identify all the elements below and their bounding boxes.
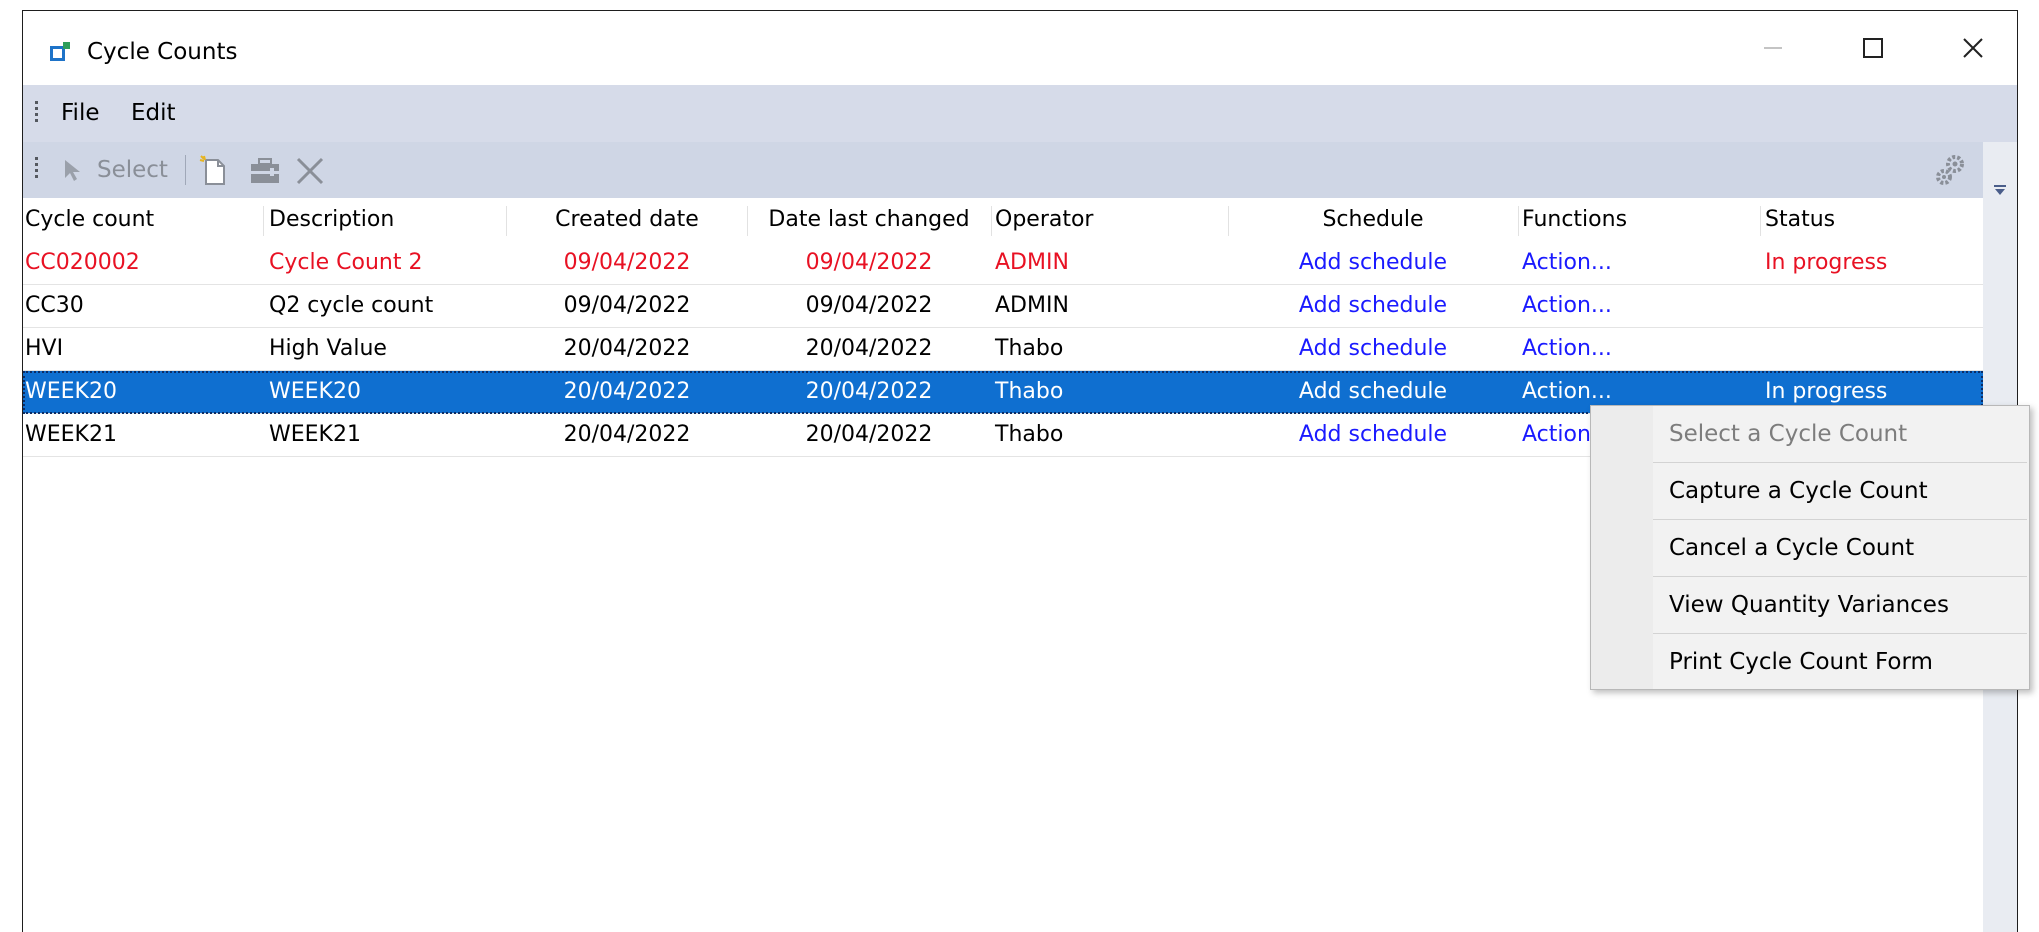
add-schedule-link[interactable]: Add schedule (1228, 414, 1518, 456)
action-link[interactable]: Action (1522, 414, 1591, 456)
column-header-created-date[interactable]: Created date (507, 198, 747, 242)
cell-cycle-count: HVI (25, 336, 64, 361)
toolbox-icon[interactable] (248, 156, 282, 186)
column-divider[interactable] (263, 206, 264, 236)
cell-description: WEEK20 (269, 379, 361, 404)
table-row[interactable]: CC020002 Cycle Count 2 09/04/2022 09/04/… (23, 242, 1983, 285)
column-header-cycle-count[interactable]: Cycle count (25, 198, 265, 242)
column-header-schedule[interactable]: Schedule (1228, 198, 1518, 242)
column-divider[interactable] (1760, 206, 1761, 236)
cell-created-date: 20/04/2022 (563, 379, 691, 404)
add-schedule-link[interactable]: Add schedule (1228, 328, 1518, 370)
menu-item-label: Print Cycle Count Form (1669, 649, 1933, 675)
maximize-button[interactable] (1833, 11, 1913, 85)
minimize-button[interactable] (1733, 11, 1813, 85)
select-button[interactable]: Select (97, 156, 168, 184)
cycle-counts-app-icon (50, 42, 70, 61)
menu-item-select-a-cycle-count: Select a Cycle Count (1653, 406, 2029, 463)
cell-date-last-changed: 09/04/2022 (805, 250, 933, 275)
close-icon (1963, 38, 1983, 58)
context-menu: Select a Cycle Count Capture a Cycle Cou… (1590, 405, 2030, 690)
action-link[interactable]: Action... (1522, 285, 1612, 327)
menu-item-cancel-a-cycle-count[interactable]: Cancel a Cycle Count (1653, 520, 2029, 577)
cell-cycle-count: WEEK20 (25, 379, 117, 404)
toolbar-separator (185, 155, 186, 185)
action-link[interactable]: Action... (1522, 242, 1612, 284)
add-schedule-link[interactable]: Add schedule (1228, 285, 1518, 327)
menu-item-print-cycle-count-form[interactable]: Print Cycle Count Form (1653, 634, 2029, 691)
dropdown-arrow-icon[interactable] (1993, 184, 2007, 196)
column-header-operator[interactable]: Operator (995, 198, 1240, 242)
table-row[interactable]: CC30 Q2 cycle count 09/04/2022 09/04/202… (23, 285, 1983, 328)
window-title: Cycle Counts (87, 39, 238, 65)
menu-item-view-quantity-variances[interactable]: View Quantity Variances (1653, 577, 2029, 634)
cell-operator: ADMIN (995, 293, 1069, 318)
menu-bar: File Edit (23, 85, 2017, 142)
cell-description: Cycle Count 2 (269, 250, 423, 275)
cell-created-date: 09/04/2022 (563, 250, 691, 275)
cell-cycle-count: CC30 (25, 293, 84, 318)
menu-item-label: View Quantity Variances (1669, 592, 1949, 618)
cell-description: Q2 cycle count (269, 293, 434, 318)
cell-operator: Thabo (995, 379, 1064, 404)
column-header-description[interactable]: Description (269, 198, 509, 242)
column-header-functions[interactable]: Functions (1522, 198, 1762, 242)
cell-date-last-changed: 09/04/2022 (805, 293, 933, 318)
action-link[interactable]: Action... (1522, 328, 1612, 370)
cell-date-last-changed: 20/04/2022 (805, 422, 933, 447)
cell-created-date: 09/04/2022 (563, 293, 691, 318)
cell-description: High Value (269, 336, 387, 361)
cell-created-date: 20/04/2022 (563, 422, 691, 447)
cell-status: In progress (1765, 250, 1888, 275)
title-bar: Cycle Counts (23, 11, 2017, 85)
cell-created-date: 20/04/2022 (563, 336, 691, 361)
cell-cycle-count: WEEK21 (25, 422, 117, 447)
toolbar-grip-icon (35, 157, 38, 181)
cell-operator: Thabo (995, 336, 1064, 361)
column-divider[interactable] (991, 206, 992, 236)
menubar-grip-icon (35, 101, 38, 125)
add-schedule-link[interactable]: Add schedule (1228, 242, 1518, 284)
menu-item-label: Select a Cycle Count (1669, 421, 1908, 447)
cursor-arrow-icon (65, 160, 80, 181)
add-schedule-link[interactable]: Add schedule (1228, 371, 1518, 413)
column-header-date-last-changed[interactable]: Date last changed (747, 198, 991, 242)
grid-header: Cycle count Description Created date Dat… (23, 198, 1983, 242)
table-row[interactable]: HVI High Value 20/04/2022 20/04/2022 Tha… (23, 328, 1983, 371)
menu-item-capture-a-cycle-count[interactable]: Capture a Cycle Count (1653, 463, 2029, 520)
cell-cycle-count: CC020002 (25, 250, 140, 275)
cell-date-last-changed: 20/04/2022 (805, 336, 933, 361)
menu-edit[interactable]: Edit (131, 99, 176, 127)
toolbar: Select (23, 142, 1983, 198)
column-divider[interactable] (1518, 206, 1519, 236)
column-header-status[interactable]: Status (1765, 198, 1980, 242)
cell-operator: Thabo (995, 422, 1064, 447)
context-menu-gutter (1591, 406, 1653, 689)
menu-item-label: Capture a Cycle Count (1669, 478, 1928, 504)
menu-file[interactable]: File (61, 99, 100, 127)
gears-icon[interactable] (1933, 152, 1969, 188)
new-document-icon[interactable] (198, 154, 228, 186)
delete-x-icon[interactable] (295, 157, 325, 185)
minimize-icon (1764, 47, 1782, 49)
cell-description: WEEK21 (269, 422, 361, 447)
close-button[interactable] (1933, 11, 2013, 85)
cell-operator: ADMIN (995, 250, 1069, 275)
maximize-icon (1863, 38, 1883, 58)
menu-item-label: Cancel a Cycle Count (1669, 535, 1915, 561)
cell-date-last-changed: 20/04/2022 (805, 379, 933, 404)
